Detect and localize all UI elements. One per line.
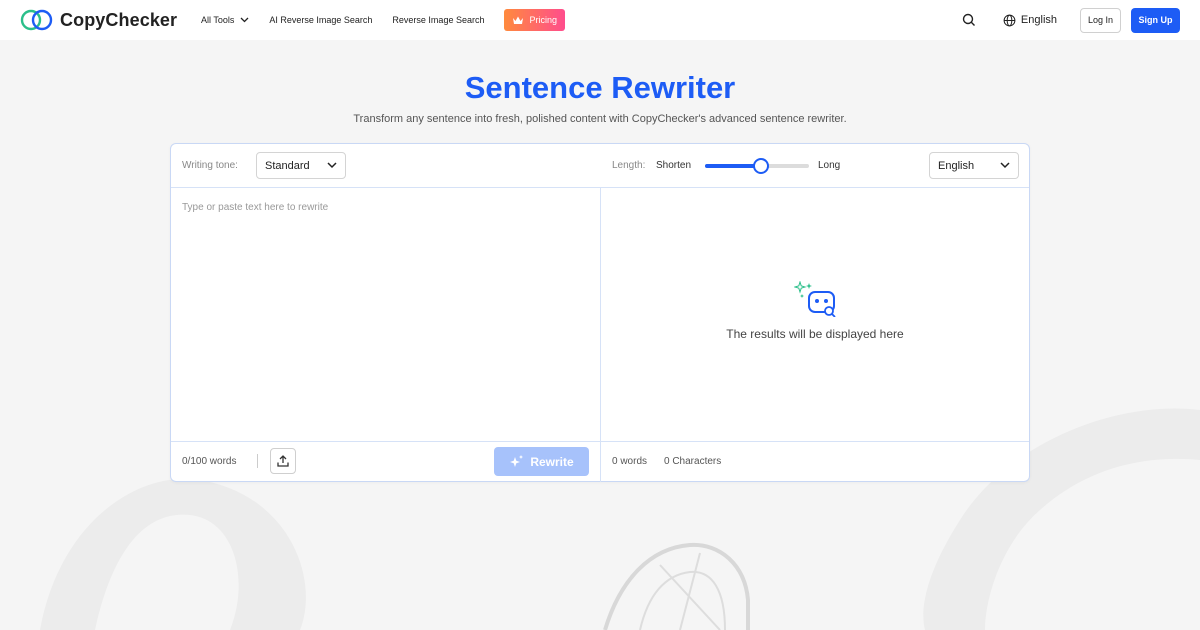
nav-all-tools-label: All Tools [201, 15, 235, 25]
pricing-label: Pricing [529, 15, 557, 25]
output-panel: The results will be displayed here [601, 189, 1029, 441]
sparkle-icon [510, 455, 524, 467]
chevron-down-icon [327, 162, 337, 169]
input-word-count: 0/100 words [182, 456, 237, 467]
globe-icon [1003, 14, 1016, 26]
nav-ai-reverse-image-search-label: AI Reverse Image Search [269, 15, 373, 25]
result-placeholder: The results will be displayed here [726, 327, 904, 341]
brand-name: CopyChecker [60, 9, 178, 30]
nav-right: English Log In Sign Up [961, 0, 1180, 40]
output-char-count: 0 Characters [664, 456, 722, 467]
length-max-label: Long [818, 160, 841, 171]
pricing-button[interactable]: Pricing [504, 9, 565, 31]
chevron-down-icon [1000, 162, 1010, 169]
page-subtitle: Transform any sentence into fresh, polis… [353, 113, 847, 125]
nav-reverse-image-search[interactable]: Reverse Image Search [392, 15, 484, 25]
output-word-count: 0 words [612, 456, 648, 467]
rewrite-label: Rewrite [530, 454, 574, 469]
language-selector[interactable]: English [1003, 14, 1057, 27]
writing-tone-select[interactable]: Standard [256, 152, 346, 179]
login-button[interactable]: Log In [1080, 7, 1121, 33]
length-label: Length: [612, 160, 646, 171]
chevron-down-icon [240, 17, 249, 23]
crown-icon [513, 16, 524, 24]
logo-rings-icon [20, 9, 53, 31]
input-textarea[interactable] [171, 189, 600, 441]
signup-button[interactable]: Sign Up [1131, 7, 1180, 33]
nav-reverse-image-search-label: Reverse Image Search [392, 15, 485, 25]
nav-links: All Tools AI Reverse Image Search Revers… [201, 0, 565, 40]
footer-separator [257, 454, 258, 468]
rewriter-toolbar: Writing tone: Standard Length: Shorten L… [171, 144, 1029, 188]
length-min-label: Shorten [656, 160, 692, 171]
upload-icon [277, 455, 289, 467]
robot-search-icon [794, 281, 836, 317]
top-navbar: CopyChecker All Tools AI Reverse Image S… [0, 0, 1200, 40]
nav-all-tools[interactable]: All Tools [201, 15, 249, 25]
input-footer: 0/100 words Rewrite [171, 441, 600, 482]
search-icon[interactable] [961, 12, 977, 28]
writing-tone-value: Standard [265, 159, 310, 172]
brand-logo[interactable]: CopyChecker [20, 9, 177, 31]
nav-ai-reverse-image-search[interactable]: AI Reverse Image Search [269, 15, 372, 25]
page-title: Sentence Rewriter [464, 70, 736, 105]
upload-button[interactable] [270, 448, 296, 474]
writing-tone-label: Writing tone: [182, 160, 238, 171]
rewriter-card: Writing tone: Standard Length: Shorten L… [170, 143, 1030, 482]
rewrite-button[interactable]: Rewrite [494, 447, 589, 476]
output-footer: 0 words 0 Characters [601, 441, 1029, 482]
output-language-value: English [938, 159, 975, 172]
length-slider-thumb[interactable] [753, 158, 770, 174]
length-slider[interactable] [705, 158, 809, 174]
language-label: English [1020, 14, 1057, 26]
output-language-select[interactable]: English [929, 152, 1019, 179]
